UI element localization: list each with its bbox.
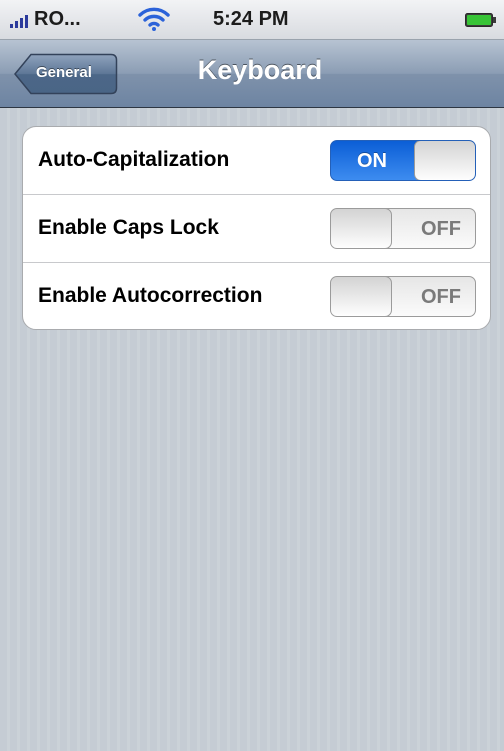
settings-screen: RO... 5:24 PM General Keyboard Auto-Capi… [0, 0, 504, 751]
caps-lock-switch[interactable]: OFF [330, 208, 476, 249]
switch-state: ON [357, 150, 387, 172]
setting-label: Enable Caps Lock [38, 216, 219, 239]
auto-capitalization-switch[interactable]: ON [330, 140, 476, 181]
switch-state: OFF [421, 286, 461, 308]
switch-state: OFF [421, 218, 461, 240]
signal-bars-icon [10, 12, 32, 28]
page-title: Keyboard [197, 55, 323, 85]
setting-row-caps-lock: Enable Caps Lock OFF [23, 195, 490, 263]
switch-knob[interactable] [331, 277, 392, 316]
wifi-icon [138, 7, 170, 31]
navigation-bar: General Keyboard [0, 40, 504, 108]
carrier-name: RO... [34, 8, 81, 30]
setting-label: Auto-Capitalization [38, 148, 230, 171]
setting-label: Enable Autocorrection [38, 284, 263, 307]
back-button[interactable]: General [14, 53, 118, 95]
switch-knob[interactable] [331, 209, 392, 248]
setting-row-autocorrection: Enable Autocorrection OFF [23, 263, 490, 329]
battery-icon [465, 13, 496, 27]
switch-knob[interactable] [414, 141, 475, 180]
back-button-label: General [36, 64, 92, 81]
status-time: 5:24 PM [213, 8, 289, 30]
status-bar: RO... 5:24 PM [0, 0, 504, 40]
autocorrection-switch[interactable]: OFF [330, 276, 476, 317]
settings-group: Auto-Capitalization ON Enable Caps Lock … [22, 126, 491, 330]
setting-row-auto-capitalization: Auto-Capitalization ON [23, 127, 490, 195]
